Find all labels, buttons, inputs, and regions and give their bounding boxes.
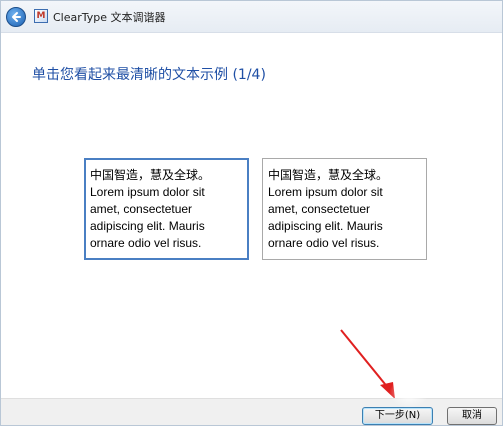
title-bar: M ClearType 文本调谐器: [1, 1, 502, 33]
cleartype-app-icon: M: [34, 9, 48, 23]
text-sample-1[interactable]: 中国智造，慧及全球。 Lorem ipsum dolor sit amet, c…: [84, 158, 249, 260]
cleartype-tuner-window: M ClearType 文本调谐器 单击您看起来最清晰的文本示例 (1/4) 中…: [0, 0, 503, 426]
annotation-arrow-shaft: [340, 329, 390, 390]
instruction-heading: 单击您看起来最清晰的文本示例 (1/4): [32, 67, 266, 83]
back-button[interactable]: [6, 7, 26, 27]
red-arrow-annotation: [340, 329, 395, 399]
next-button[interactable]: 下一步(N): [362, 407, 433, 425]
text-sample-2[interactable]: 中国智造，慧及全球。 Lorem ipsum dolor sit amet, c…: [262, 158, 427, 260]
annotation-arrow-head: [380, 382, 395, 399]
footer-bar: 下一步(N) 取消: [1, 398, 502, 425]
cancel-button[interactable]: 取消: [447, 407, 497, 425]
window-title: ClearType 文本调谐器: [53, 11, 166, 24]
back-arrow-icon: [12, 12, 21, 22]
